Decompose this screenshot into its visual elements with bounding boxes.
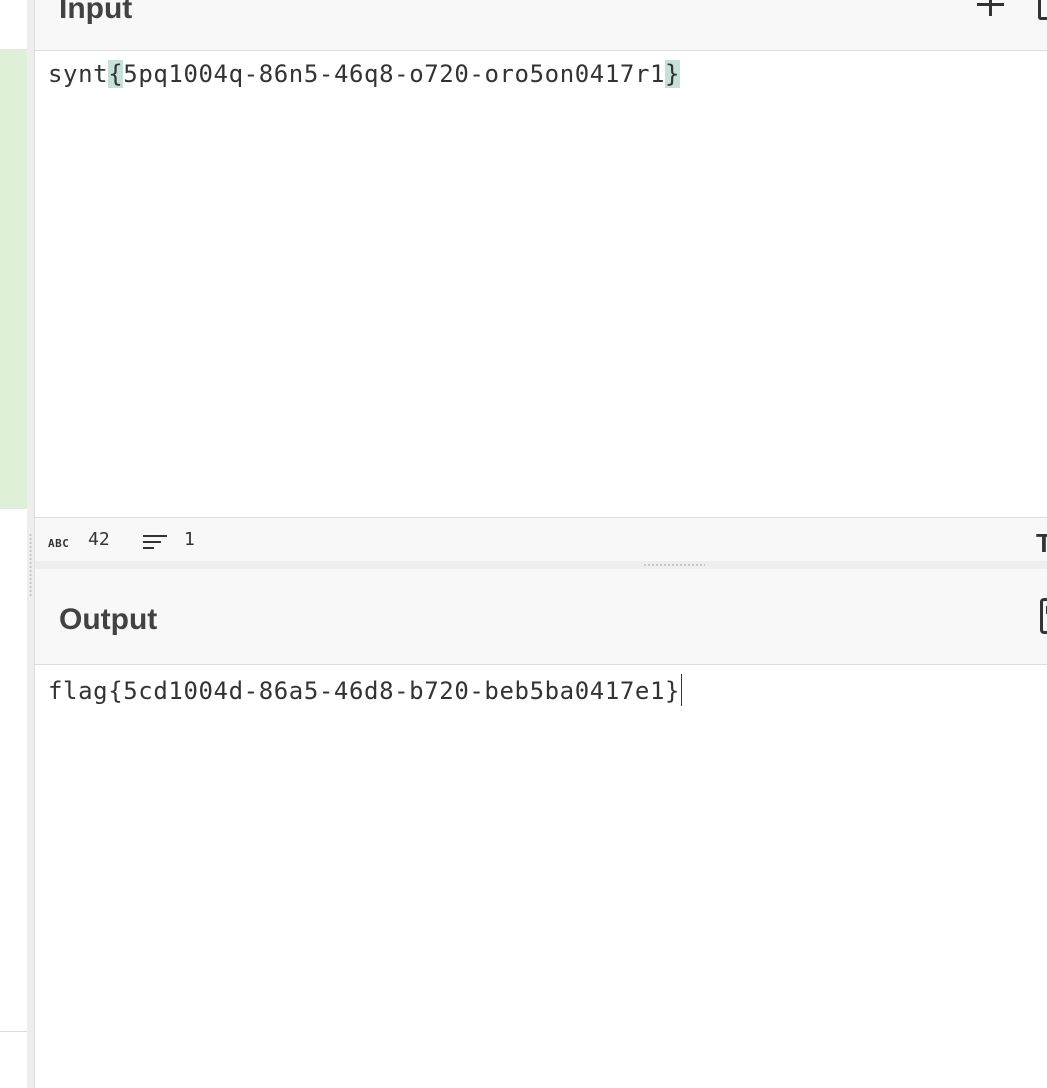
recipe-operation-highlight[interactable] [0, 49, 27, 509]
vertical-resize-handle[interactable] [29, 533, 32, 597]
matching-bracket-close: } [665, 60, 681, 88]
input-text-body: 5pq1004q-86n5-46q8-o720-oro5on0417r1 [123, 60, 666, 88]
recipe-divider [0, 1031, 27, 1032]
clipped-icon[interactable] [1038, 0, 1047, 20]
recipe-pane-edge [0, 0, 27, 1088]
output-textarea[interactable]: flag{5cd1004d-86a5-46d8-b720-beb5ba0417e… [48, 674, 683, 706]
input-text-prefix: synt [48, 60, 109, 88]
matching-bracket-open: { [108, 60, 124, 88]
input-status-bar: ABC 42 1 T [35, 517, 1047, 562]
abc-icon: ABC [48, 537, 70, 550]
plus-icon[interactable] [977, 0, 1005, 20]
input-pane: Input synt{5pq1004q-86n5-46q8-o720-oro5o… [35, 0, 1047, 569]
output-text: flag{5cd1004d-86a5-46d8-b720-beb5ba0417e… [48, 677, 681, 705]
output-title: Output [59, 603, 158, 636]
output-header: Output [35, 569, 1047, 665]
horizontal-resize-handle[interactable] [643, 563, 705, 567]
text-icon[interactable]: T [1036, 528, 1047, 559]
input-lines-value: 1 [184, 529, 195, 550]
save-icon[interactable] [1040, 598, 1047, 634]
horizontal-resize-divider[interactable] [35, 561, 1047, 569]
input-title: Input [59, 0, 133, 25]
lines-icon [143, 532, 169, 552]
input-header: Input [35, 0, 1047, 51]
input-textarea[interactable]: synt{5pq1004q-86n5-46q8-o720-oro5on0417r… [48, 60, 681, 88]
input-length-value: 42 [88, 529, 110, 550]
text-cursor [681, 674, 683, 706]
vertical-resize-gutter[interactable] [27, 0, 35, 1088]
